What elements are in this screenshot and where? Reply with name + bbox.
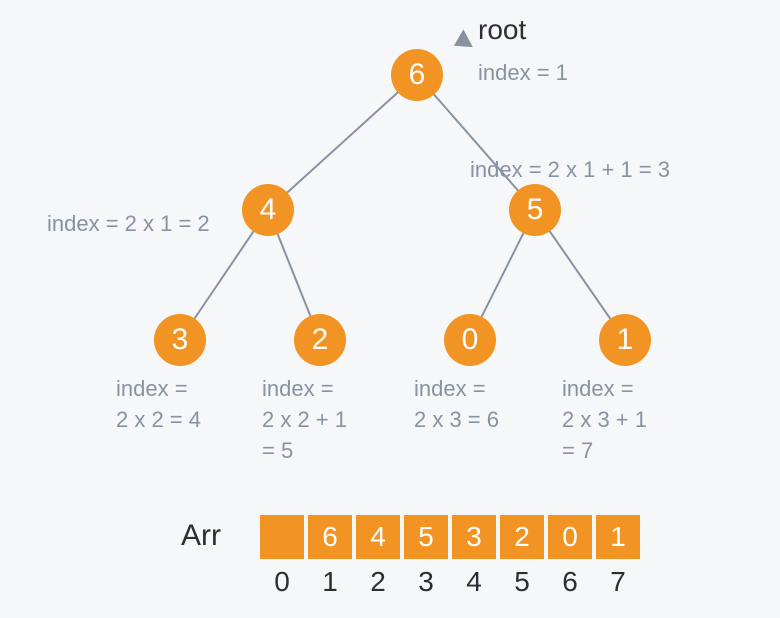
- array-cells: 6 4 5 3 2 0 1: [260, 515, 640, 559]
- node-3: 5: [509, 184, 561, 236]
- array-cell-4-value: 3: [466, 521, 482, 553]
- heap-diagram: root index = 1 6 4 5 3 2 0 1 index = 2 x…: [0, 0, 780, 618]
- node-4-value: 3: [172, 323, 189, 357]
- node-7-value: 1: [617, 323, 634, 357]
- array-cell-3: 5: [404, 515, 448, 559]
- root-label: root: [478, 14, 526, 46]
- node-6: 0: [444, 314, 496, 366]
- array-cell-5-value: 2: [514, 521, 530, 553]
- root-pointer-icon: [449, 29, 473, 54]
- array-cell-6: 0: [548, 515, 592, 559]
- array-cell-2-value: 4: [370, 521, 386, 553]
- array-cell-7: 1: [596, 515, 640, 559]
- node-2-value: 4: [260, 193, 277, 227]
- array-index-5: 5: [500, 566, 544, 598]
- node-3-index-label: index = 2 x 1 + 1 = 3: [470, 155, 670, 186]
- array-cell-2: 4: [356, 515, 400, 559]
- array-cell-1-value: 6: [322, 521, 338, 553]
- node-3-value: 5: [527, 193, 544, 227]
- node-7: 1: [599, 314, 651, 366]
- array-index-2: 2: [356, 566, 400, 598]
- array-index-0: 0: [260, 566, 304, 598]
- node-2: 4: [242, 184, 294, 236]
- array-index-4: 4: [452, 566, 496, 598]
- node-6-index-label: index = 2 x 3 = 6: [414, 374, 499, 436]
- array-cell-0: [260, 515, 304, 559]
- node-5: 2: [294, 314, 346, 366]
- node-1-value: 6: [409, 58, 426, 92]
- node-5-index-label: index = 2 x 2 + 1 = 5: [262, 374, 347, 466]
- node-2-index-label: index = 2 x 1 = 2: [47, 209, 210, 240]
- array-cell-5: 2: [500, 515, 544, 559]
- node-4: 3: [154, 314, 206, 366]
- array-cell-7-value: 1: [610, 521, 626, 553]
- array-cell-1: 6: [308, 515, 352, 559]
- array-index-1: 1: [308, 566, 352, 598]
- node-7-index-label: index = 2 x 3 + 1 = 7: [562, 374, 647, 466]
- node-4-index-label: index = 2 x 2 = 4: [116, 374, 201, 436]
- node-5-value: 2: [312, 323, 329, 357]
- array-index-6: 6: [548, 566, 592, 598]
- array-indices: 0 1 2 3 4 5 6 7: [260, 566, 640, 598]
- node-6-value: 0: [462, 323, 479, 357]
- root-index-label: index = 1: [478, 58, 568, 89]
- node-1: 6: [391, 49, 443, 101]
- array-cell-4: 3: [452, 515, 496, 559]
- array-index-7: 7: [596, 566, 640, 598]
- array-cell-6-value: 0: [562, 521, 578, 553]
- array-cell-3-value: 5: [418, 521, 434, 553]
- array-label: Arr: [181, 519, 221, 553]
- array-index-3: 3: [404, 566, 448, 598]
